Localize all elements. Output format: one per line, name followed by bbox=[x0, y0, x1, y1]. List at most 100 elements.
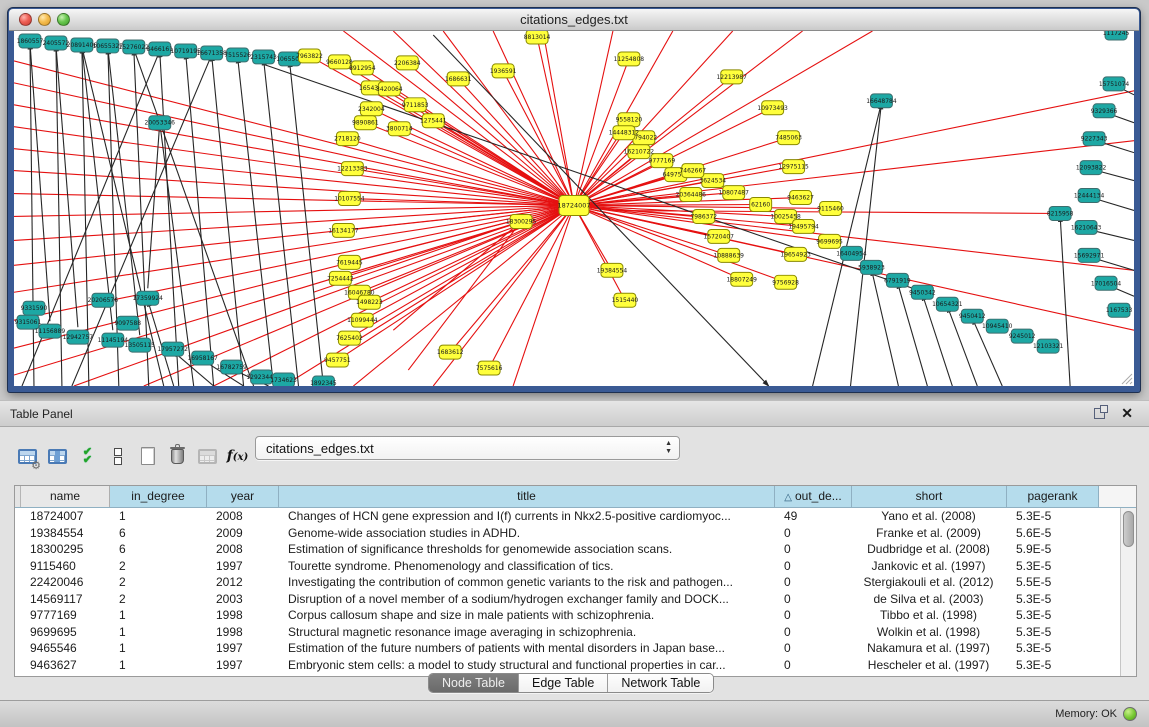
cell-title[interactable]: Corpus callosum shape and size in male p… bbox=[279, 607, 775, 624]
paper-node-yellow[interactable]: 10973493 bbox=[757, 101, 788, 115]
paper-node-yellow[interactable]: 19654923 bbox=[780, 247, 811, 261]
cell-short[interactable]: de Silva et al. (2003) bbox=[852, 591, 1007, 608]
paper-node-yellow[interactable]: 2342004 bbox=[358, 102, 385, 116]
paper-node-yellow[interactable]: 11099444 bbox=[347, 313, 378, 327]
red-citation-edge[interactable] bbox=[362, 206, 574, 321]
paper-node-yellow[interactable]: 7619445 bbox=[336, 255, 363, 269]
paper-node-teal[interactable]: 9331590 bbox=[21, 301, 48, 315]
red-citation-edge[interactable] bbox=[393, 221, 521, 330]
paper-node-yellow[interactable]: 3800714 bbox=[386, 122, 413, 136]
paper-node-yellow[interactable]: 10888639 bbox=[714, 248, 745, 262]
paper-node-teal[interactable]: 15751074 bbox=[1099, 77, 1130, 91]
paper-node-yellow[interactable]: 9115460 bbox=[817, 202, 844, 216]
paper-node-yellow[interactable]: 3420064 bbox=[376, 82, 403, 96]
cell-in_degree[interactable]: 1 bbox=[110, 624, 207, 641]
red-citation-edge[interactable] bbox=[574, 141, 1134, 206]
cell-year[interactable]: 2012 bbox=[207, 574, 279, 591]
cell-year[interactable]: 2008 bbox=[207, 541, 279, 558]
tab-network-table[interactable]: Network Table bbox=[608, 674, 713, 692]
cell-pagerank[interactable]: 5.3E-5 bbox=[1007, 607, 1099, 624]
cell-out_degree[interactable]: 49 bbox=[775, 508, 852, 525]
tab-edge-table[interactable]: Edge Table bbox=[519, 674, 608, 692]
paper-node-yellow[interactable]: 2206384 bbox=[394, 56, 421, 70]
cell-short[interactable]: Franke et al. (2009) bbox=[852, 525, 1007, 542]
cell-in_degree[interactable]: 1 bbox=[110, 508, 207, 525]
cell-title[interactable]: Disruption of a novel member of a sodium… bbox=[279, 591, 775, 608]
cell-short[interactable]: Dudbridge et al. (2008) bbox=[852, 541, 1007, 558]
cell-pagerank[interactable]: 5.3E-5 bbox=[1007, 591, 1099, 608]
table-row[interactable]: 977716911998Corpus callosum shape and si… bbox=[15, 607, 1120, 624]
cell-short[interactable]: Nakamura et al. (1997) bbox=[852, 640, 1007, 657]
paper-node-teal[interactable]: 20053346 bbox=[145, 116, 176, 130]
cell-short[interactable]: Yano et al. (2008) bbox=[852, 508, 1007, 525]
paper-node-teal[interactable]: 2315743 bbox=[250, 50, 277, 64]
cell-pagerank[interactable]: 5.3E-5 bbox=[1007, 558, 1099, 575]
float-panel-icon[interactable] bbox=[1094, 408, 1105, 419]
paper-node-teal[interactable]: 6791919 bbox=[884, 273, 911, 287]
paper-node-yellow[interactable]: 8813014 bbox=[524, 31, 551, 44]
cell-title[interactable]: Changes of HCN gene expression and I(f) … bbox=[279, 508, 775, 525]
black-citation-edge[interactable] bbox=[186, 53, 214, 386]
table-row[interactable]: 1456911722003Disruption of a novel membe… bbox=[15, 591, 1120, 608]
paper-node-yellow[interactable]: 18724007 bbox=[558, 196, 591, 216]
cell-name[interactable]: 9699695 bbox=[21, 624, 110, 641]
red-citation-edge[interactable] bbox=[349, 206, 574, 263]
paper-node-teal[interactable]: 1734623 bbox=[270, 373, 297, 386]
red-citation-edge[interactable] bbox=[337, 206, 574, 361]
paper-node-teal[interactable]: 9245012 bbox=[1009, 329, 1036, 343]
column-header-name[interactable]: name bbox=[21, 486, 110, 507]
cell-name[interactable]: 22420046 bbox=[21, 574, 110, 591]
red-citation-edge[interactable] bbox=[343, 31, 574, 206]
cell-title[interactable]: Estimation of the future numbers of pati… bbox=[279, 640, 775, 657]
cell-year[interactable]: 2008 bbox=[207, 508, 279, 525]
cell-pagerank[interactable]: 5.3E-5 bbox=[1007, 624, 1099, 641]
cell-in_degree[interactable]: 2 bbox=[110, 591, 207, 608]
cell-title[interactable]: Tourette syndrome. Phenomenology and cla… bbox=[279, 558, 775, 575]
red-citation-edge[interactable] bbox=[513, 206, 574, 386]
citation-network-graph[interactable]: 1860557240557220891406106553271527602284… bbox=[14, 31, 1134, 386]
cell-pagerank[interactable]: 5.3E-5 bbox=[1007, 508, 1099, 525]
paper-node-teal[interactable]: 17359924 bbox=[133, 291, 164, 305]
cell-short[interactable]: Jankovic et al. (1997) bbox=[852, 558, 1007, 575]
paper-node-yellow[interactable]: 9699695 bbox=[816, 234, 843, 248]
paper-node-teal[interactable]: 9450412 bbox=[959, 309, 986, 323]
cell-in_degree[interactable]: 1 bbox=[110, 640, 207, 657]
cell-out_degree[interactable]: 0 bbox=[775, 541, 852, 558]
paper-node-teal[interactable]: 12103321 bbox=[1033, 339, 1064, 353]
paper-node-yellow[interactable]: 9558120 bbox=[616, 113, 643, 127]
red-citation-edge[interactable] bbox=[574, 133, 624, 206]
paper-node-teal[interactable]: 8466161 bbox=[146, 42, 173, 56]
cell-out_degree[interactable]: 0 bbox=[775, 640, 852, 657]
cell-short[interactable]: Tibbo et al. (1998) bbox=[852, 607, 1007, 624]
paper-node-yellow[interactable]: 7986372 bbox=[690, 209, 717, 223]
paper-node-teal[interactable]: 16958167 bbox=[187, 351, 218, 365]
cell-name[interactable]: 9777169 bbox=[21, 607, 110, 624]
paper-node-yellow[interactable]: 12213987 bbox=[717, 70, 748, 84]
paper-node-teal[interactable]: 9315061 bbox=[15, 315, 42, 329]
paper-node-teal[interactable]: 15276022 bbox=[119, 40, 150, 54]
select-rows-icon[interactable]: ✔✔ bbox=[74, 443, 101, 470]
paper-node-teal[interactable]: 9329366 bbox=[1091, 104, 1118, 118]
table-row[interactable]: 969969511998Structural magnetic resonanc… bbox=[15, 624, 1120, 641]
table-row[interactable]: 1830029562008Estimation of significance … bbox=[15, 541, 1120, 558]
paper-node-teal[interactable]: 10654321 bbox=[932, 297, 963, 311]
paper-node-yellow[interactable]: 7963822 bbox=[296, 49, 323, 63]
tab-node-table[interactable]: Node Table bbox=[429, 674, 519, 692]
paper-node-yellow[interactable]: 14448312 bbox=[609, 126, 640, 140]
table-source-dropdown[interactable]: citations_edges.txt ▲▼ bbox=[255, 436, 680, 460]
cell-out_degree[interactable]: 0 bbox=[775, 574, 852, 591]
paper-node-teal[interactable]: 11156889 bbox=[35, 324, 66, 338]
cell-year[interactable]: 1997 bbox=[207, 640, 279, 657]
column-header-short[interactable]: short bbox=[852, 486, 1007, 507]
red-citation-edge[interactable] bbox=[369, 206, 574, 303]
paper-node-teal[interactable]: 8215958 bbox=[1047, 207, 1074, 221]
window-titlebar[interactable]: citations_edges.txt bbox=[9, 9, 1139, 31]
row-height-icon[interactable] bbox=[104, 443, 131, 470]
paper-node-teal[interactable]: 17957272 bbox=[158, 342, 189, 356]
paper-node-yellow[interactable]: 2718120 bbox=[334, 132, 361, 146]
paper-node-yellow[interactable]: 1498223 bbox=[356, 295, 383, 309]
paper-node-yellow[interactable]: 19495794 bbox=[788, 219, 819, 233]
paper-node-yellow[interactable]: 62160 bbox=[750, 198, 772, 212]
paper-node-teal[interactable]: 12942757 bbox=[63, 330, 94, 344]
paper-node-teal[interactable]: 16404954 bbox=[836, 246, 867, 260]
